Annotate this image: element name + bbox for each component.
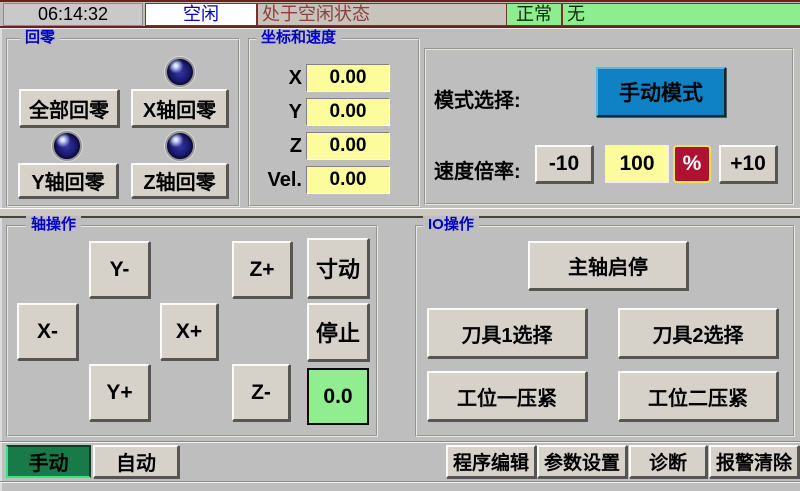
hmi-screen: 06:14:32 空闲 处于空闲状态 正常 无 回零 全部回零 X轴回零 Y轴回… [0, 0, 800, 491]
z-coord-label: Z [250, 135, 302, 158]
station1-clamp-button[interactable]: 工位一压紧 [427, 371, 587, 421]
jog-z-minus-button[interactable]: Z- [232, 364, 290, 421]
alarm-status-display: 正常 [506, 3, 562, 26]
auto-mode-tab[interactable]: 自动 [93, 445, 179, 478]
mode-select-button[interactable]: 手动模式 [596, 67, 726, 117]
state-detail-display: 处于空闲状态 [257, 3, 510, 26]
home-x-button[interactable]: X轴回零 [131, 89, 228, 127]
mode-select-label: 模式选择: [434, 84, 521, 113]
y-coord-label: Y [250, 101, 302, 124]
jog-x-minus-button[interactable]: X- [17, 303, 78, 360]
y-axis-homed-led-icon [52, 131, 82, 161]
x-coord-value: 0.00 [306, 64, 390, 92]
override-value-display: 100 [605, 145, 669, 183]
jog-y-minus-button[interactable]: Y- [89, 241, 150, 298]
bottom-separator-top [0, 441, 800, 443]
speed-override-label: 速度倍率: [434, 155, 521, 184]
machine-state-display: 空闲 [145, 3, 257, 26]
tool2-select-button[interactable]: 刀具2选择 [618, 308, 778, 358]
tool1-select-button[interactable]: 刀具1选择 [427, 308, 587, 358]
home-all-button[interactable]: 全部回零 [19, 89, 119, 127]
program-edit-button[interactable]: 程序编辑 [446, 445, 536, 478]
jog-step-value-box[interactable]: 0.0 [307, 368, 369, 425]
z-coord-value: 0.00 [306, 132, 390, 160]
param-settings-button[interactable]: 参数设置 [537, 445, 627, 478]
alarm-message-display: 无 [562, 3, 800, 26]
alarm-clear-button[interactable]: 报警清除 [709, 445, 799, 478]
vel-label: Vel. [250, 169, 302, 192]
top-status-bar: 06:14:32 空闲 处于空闲状态 正常 无 [0, 0, 800, 28]
homing-group-title: 回零 [20, 29, 60, 47]
x-coord-label: X [250, 67, 302, 90]
jog-y-plus-button[interactable]: Y+ [89, 364, 150, 421]
window-frame-left [0, 29, 2, 491]
z-axis-homed-led-icon [165, 131, 195, 161]
home-z-button[interactable]: Z轴回零 [131, 163, 228, 198]
jog-z-plus-button[interactable]: Z+ [232, 241, 292, 298]
spindle-start-stop-button[interactable]: 主轴启停 [528, 241, 688, 290]
override-plus-button[interactable]: +10 [719, 145, 777, 183]
percent-sign-badge: % [673, 145, 711, 183]
stop-button[interactable]: 停止 [307, 303, 369, 361]
jog-x-plus-button[interactable]: X+ [160, 303, 218, 360]
coords-group-title: 坐标和速度 [256, 29, 341, 47]
vel-value: 0.00 [306, 166, 390, 194]
axis-ops-group-title: 轴操作 [26, 216, 81, 234]
clock-display: 06:14:32 [3, 3, 143, 26]
y-coord-value: 0.00 [306, 98, 390, 126]
io-ops-group-title: IO操作 [423, 216, 479, 234]
station2-clamp-button[interactable]: 工位二压紧 [618, 371, 778, 421]
jog-mode-button[interactable]: 寸动 [307, 238, 369, 298]
horizontal-separator [0, 208, 800, 218]
home-y-button[interactable]: Y轴回零 [18, 163, 118, 198]
topbar-highlight-line [0, 28, 800, 29]
manual-mode-tab[interactable]: 手动 [6, 445, 91, 478]
bottom-separator-bottom [0, 481, 800, 483]
override-minus-button[interactable]: -10 [535, 145, 593, 183]
x-axis-homed-led-icon [165, 57, 195, 87]
diagnosis-button[interactable]: 诊断 [629, 445, 707, 478]
